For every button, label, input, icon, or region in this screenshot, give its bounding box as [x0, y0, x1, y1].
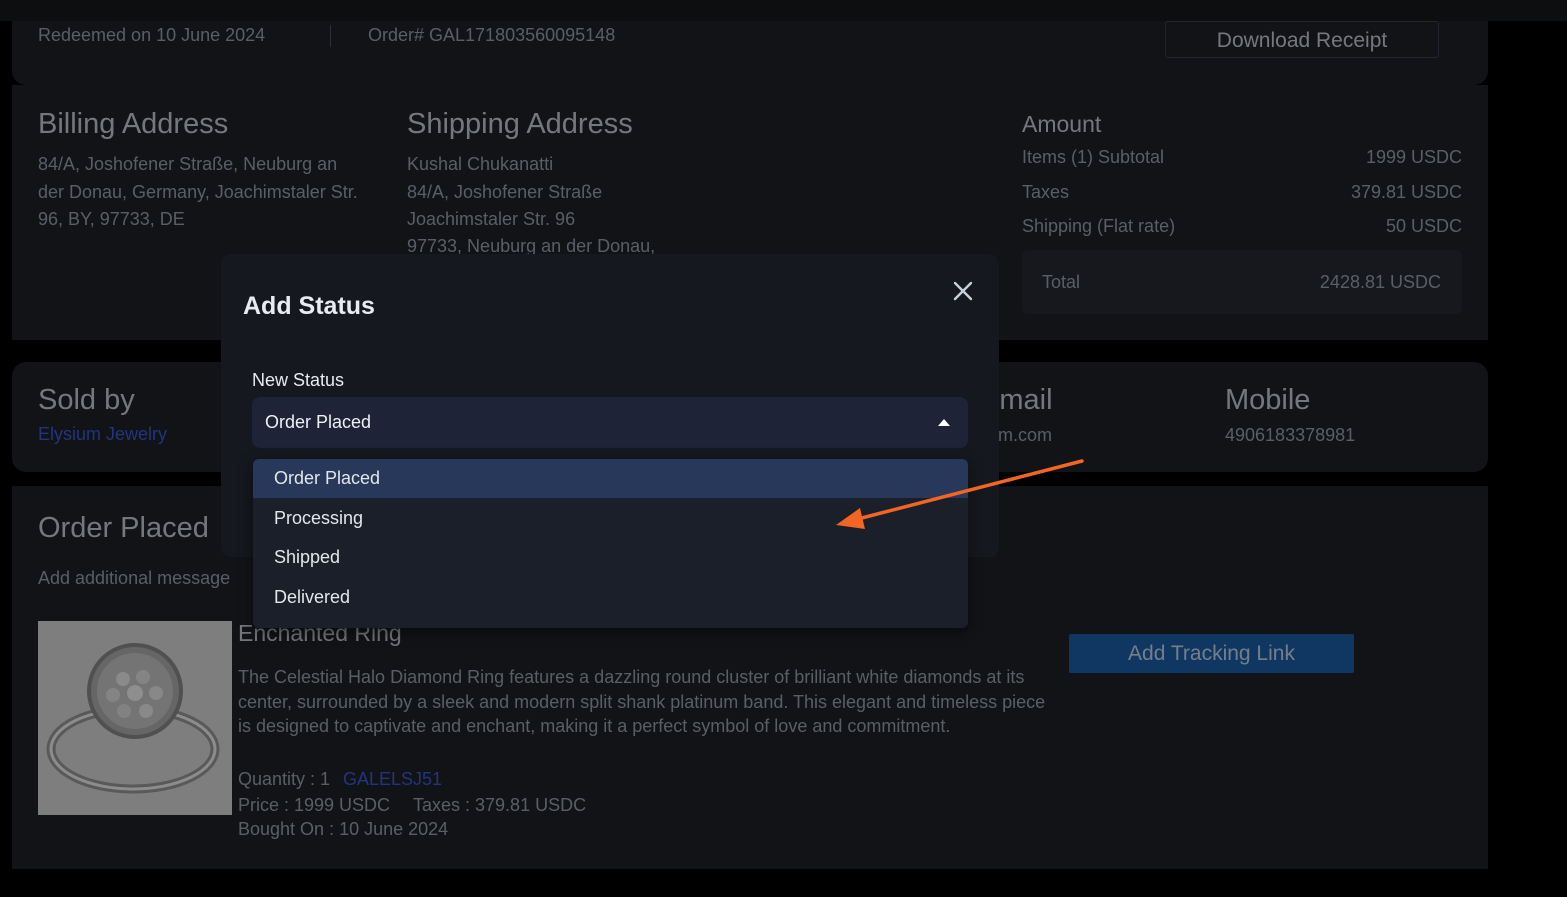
product-price: Price : 1999 USDC — [238, 795, 391, 815]
download-receipt-button[interactable]: Download Receipt — [1165, 21, 1439, 58]
amount-row-label: Taxes — [1022, 182, 1070, 202]
mobile-label: Mobile — [1225, 384, 1311, 416]
add-tracking-link-button[interactable]: Add Tracking Link — [1069, 634, 1354, 673]
seller-link[interactable]: Elysium Jewelry — [38, 424, 167, 445]
total-label: Total — [1042, 272, 1081, 292]
order-number: Order# GAL171803560095148 — [368, 25, 616, 45]
shipping-line: 84/A, Joshofener Straße — [407, 182, 603, 202]
ring-image — [38, 621, 232, 815]
product-taxes: Taxes : 379.81 USDC — [413, 795, 587, 815]
sold-by-label: Sold by — [38, 384, 135, 416]
header-divider — [330, 25, 331, 47]
status-select[interactable]: Order Placed — [252, 397, 968, 448]
amount-row-value: 379.81 USDC — [1350, 182, 1462, 202]
status-title: Order Placed — [38, 512, 209, 544]
product-sku-link[interactable]: GALELSJ51 — [343, 769, 442, 790]
billing-title: Billing Address — [38, 108, 229, 140]
mobile-value: 4906183378981 — [1225, 425, 1356, 445]
add-message-link[interactable]: Add additional message — [38, 568, 230, 589]
status-option-shipped[interactable]: Shipped — [253, 538, 968, 577]
modal-title: Add Status — [243, 292, 375, 320]
total-value: 2428.81 USDC — [1319, 272, 1441, 292]
total-box: Total 2428.81 USDC — [1022, 250, 1462, 314]
amount-row-label: Shipping (Flat rate) — [1022, 216, 1176, 236]
redeemed-date: Redeemed on 10 June 2024 — [38, 25, 266, 45]
shipping-title: Shipping Address — [407, 108, 633, 140]
email-value: m.com — [998, 425, 1052, 445]
amount-row-value: 50 USDC — [1385, 216, 1462, 236]
product-image — [38, 621, 232, 815]
shipping-line: Kushal Chukanatti — [407, 154, 554, 174]
top-strip — [0, 0, 1567, 21]
amount-row-label: Items (1) Subtotal — [1022, 147, 1165, 167]
amount-title: Amount — [1022, 111, 1102, 137]
close-icon[interactable] — [950, 278, 976, 304]
shipping-line: Joachimstaler Str. 96 — [407, 209, 576, 229]
annotation-arrow-icon — [836, 459, 1084, 529]
billing-address: 84/A, Joshofener Straße, Neuburg an der … — [38, 154, 358, 229]
product-quantity: Quantity : 1 — [238, 769, 331, 789]
new-status-label: New Status — [252, 370, 345, 390]
product-description: The Celestial Halo Diamond Ring features… — [238, 667, 1046, 736]
status-select-value: Order Placed — [265, 412, 372, 432]
product-bought-on: Bought On : 10 June 2024 — [238, 819, 449, 839]
status-option-delivered[interactable]: Delivered — [253, 578, 968, 617]
caret-up-icon — [938, 419, 950, 426]
amount-row-value: 1999 USDC — [1365, 147, 1462, 167]
